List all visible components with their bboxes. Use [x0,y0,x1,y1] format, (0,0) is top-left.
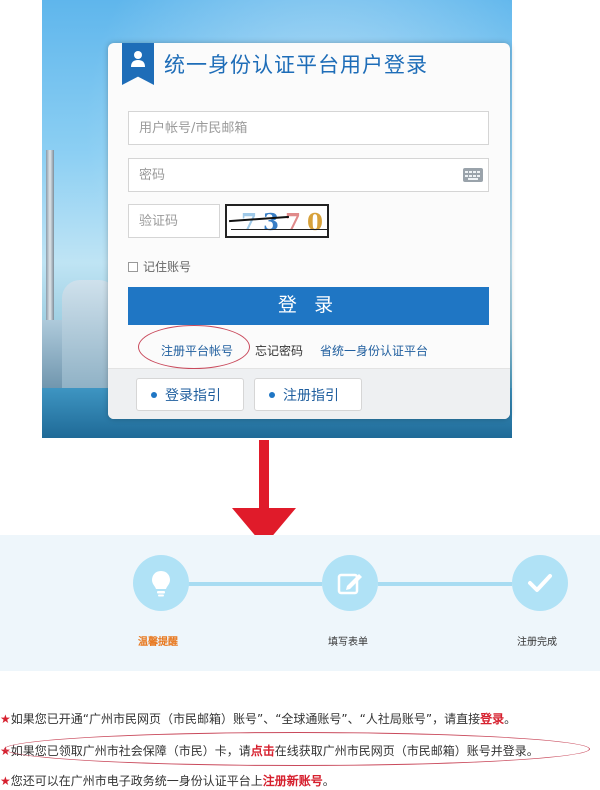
note-text: 如果您已开通“广州市民网页（市民邮箱）账号”、“全球通账号”、“人社局账号”，请… [10,712,481,726]
username-field[interactable] [128,111,489,145]
bullet-icon [151,391,157,398]
login-guide-label: 登录指引 [165,387,221,404]
registration-steps: 温馨提醒 填写表单 注册完成 [0,535,600,671]
login-button[interactable]: 登 录 [128,287,489,325]
highlight-ellipse [4,732,590,766]
captcha-digit: 0 [307,209,324,236]
username-input[interactable] [129,112,488,144]
edit-form-icon [337,573,362,595]
step-fill-form [322,555,378,611]
bookmark-badge [122,43,154,85]
checkbox-icon[interactable] [128,261,138,272]
captcha-digit: 7 [241,209,258,236]
step-label: 温馨提醒 [138,637,178,648]
login-title: 统一身份认证平台用户登录 [164,53,428,77]
remember-account-checkbox[interactable]: 记住账号 [128,258,191,275]
step-connector [186,582,322,586]
step-label: 填写表单 [328,637,368,648]
star-icon: ★ [0,712,11,726]
star-icon: ★ [0,774,11,788]
login-link[interactable]: 登录 [480,712,504,726]
checkmark-icon [528,574,552,592]
login-guide-button[interactable]: 登录指引 [136,378,244,411]
step-complete [512,555,568,611]
captcha-field[interactable] [128,204,220,238]
register-guide-label: 注册指引 [283,387,339,404]
captcha-digit: 7 [285,209,302,236]
captcha-digit: 3 [263,209,280,236]
register-new-account-link[interactable]: 注册新账号 [263,774,323,788]
password-field[interactable] [128,158,489,192]
note-existing-account: ★如果您已开通“广州市民网页（市民邮箱）账号”、“全球通账号”、“人社局账号”，… [0,712,517,726]
note-register: ★您还可以在广州市电子政务统一身份认证平台上注册新账号。 [0,774,335,788]
captcha-image[interactable]: 7 3 7 0 [225,204,329,238]
down-arrow-icon [259,440,269,514]
remember-label: 记住账号 [143,260,192,274]
step-reminder [133,555,189,611]
keyboard-icon[interactable] [463,168,483,182]
note-text: 您还可以在广州市电子政务统一身份认证平台上 [10,774,263,788]
step-connector [378,582,512,586]
bullet-icon [269,391,275,398]
captcha-input[interactable] [129,205,219,237]
password-input[interactable] [129,159,488,191]
register-guide-button[interactable]: 注册指引 [254,378,362,411]
highlight-ellipse [138,325,250,369]
lightbulb-icon [152,571,170,597]
user-icon [131,51,145,67]
step-label: 注册完成 [517,637,557,648]
province-auth-link[interactable]: 省统一身份认证平台 [320,342,428,359]
forgot-password-link[interactable]: 忘记密码 [255,342,303,359]
